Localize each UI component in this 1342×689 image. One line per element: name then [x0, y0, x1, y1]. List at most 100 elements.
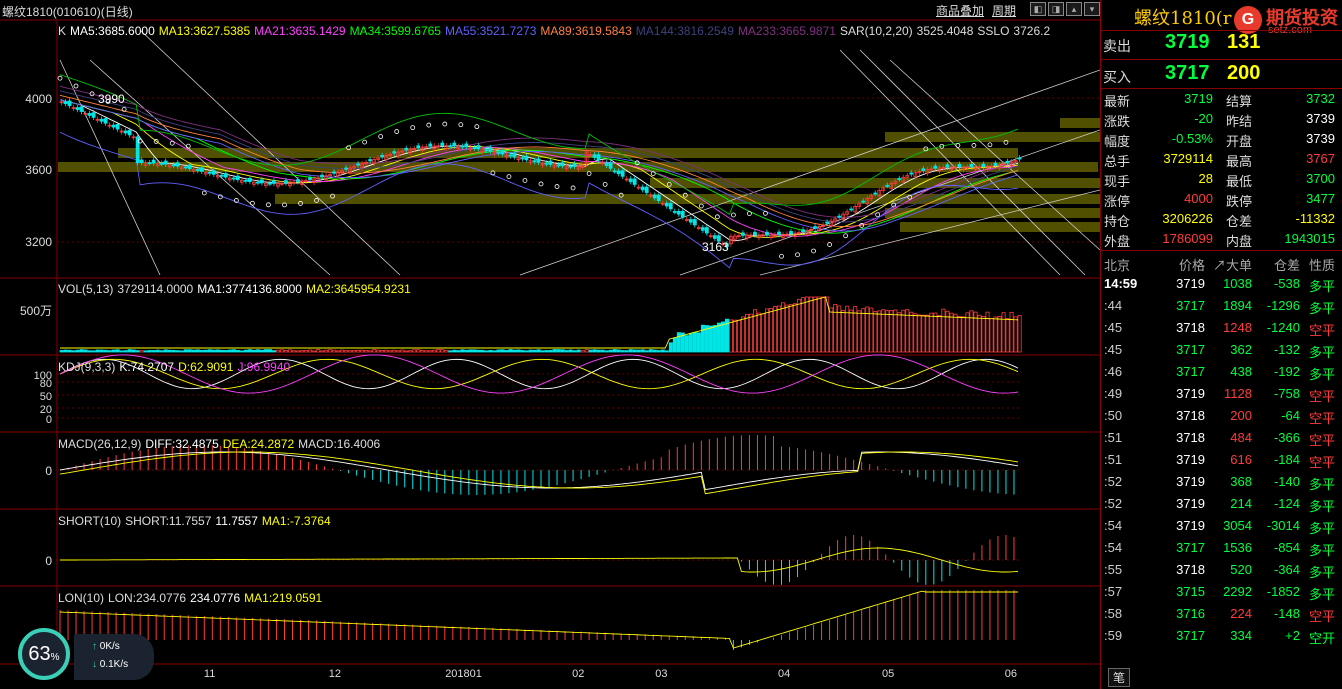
candle-body: [176, 163, 179, 166]
volume-bar: [685, 336, 688, 352]
bid-row[interactable]: 买入 3717 200: [1103, 67, 1131, 87]
volume-bar: [830, 308, 833, 352]
chart-canvas[interactable]: [0, 0, 1100, 689]
volume-bar: [922, 315, 925, 352]
trade-row[interactable]: :58 3716 224 -148 空平: [1100, 603, 1342, 625]
trade-row[interactable]: :50 3718 200 -64 空平: [1100, 405, 1342, 427]
period-link[interactable]: 周期: [992, 2, 1016, 19]
trade-row[interactable]: :51 3718 484 -366 空平: [1100, 427, 1342, 449]
vol-y-tick: 500万: [2, 302, 52, 319]
candle-body: [958, 164, 961, 167]
volume-bar: [309, 350, 312, 352]
arrow-right-icon[interactable]: ◨: [1048, 2, 1064, 16]
sar-dot: [539, 182, 543, 186]
ask-row[interactable]: 卖出 3719 131: [1103, 36, 1131, 56]
trade-row[interactable]: :54 3717 1536 -854 多平: [1100, 537, 1342, 559]
volume-bar: [713, 325, 716, 352]
ask-label: 卖出: [1103, 38, 1131, 54]
candle-body: [256, 182, 259, 183]
volume-bar: [361, 350, 364, 352]
trade-cell-d: -364: [1274, 562, 1300, 577]
kline-chart-area[interactable]: 螺纹1810(010610)(日线) 商品叠加 周期 ◧ ◨ ▴ ▾ K MA5:…: [0, 0, 1100, 689]
candle-body: [802, 230, 805, 232]
legend-item: MA89:3619.5843: [540, 24, 631, 38]
trade-row[interactable]: :49 3719 1128 -758 空平: [1100, 383, 1342, 405]
candle-body: [753, 232, 756, 235]
candle-body: [970, 164, 973, 167]
quote-label: 涨跌: [1104, 111, 1130, 130]
overlay-commodity-link[interactable]: 商品叠加: [936, 2, 984, 19]
y-tick-3600: 3600: [2, 163, 52, 177]
trade-cell-n: 多平: [1309, 342, 1335, 361]
volume-bar: [794, 304, 797, 352]
trade-row[interactable]: 14:59 3719 1038 -538 多平: [1100, 273, 1342, 295]
trade-cell-d: -132: [1274, 342, 1300, 357]
trades-header-cell: 性质: [1309, 255, 1335, 274]
volume-bar: [501, 350, 504, 352]
trade-row[interactable]: :52 3719 214 -124 多平: [1100, 493, 1342, 515]
volume-bar: [248, 350, 251, 352]
trade-row[interactable]: :52 3719 368 -140 多平: [1100, 471, 1342, 493]
volume-bar: [385, 350, 388, 352]
tab-ticks[interactable]: 笔: [1108, 668, 1130, 687]
volume-bar: [733, 320, 736, 352]
candle-body: [116, 124, 119, 129]
volume-bar: [176, 351, 179, 352]
volume-bar: [401, 350, 404, 352]
volume-bar: [204, 350, 207, 352]
candle-body: [393, 152, 396, 154]
arrow-up-icon[interactable]: ▴: [1066, 2, 1082, 16]
candle-body: [569, 166, 572, 167]
trade-cell-v: 224: [1230, 606, 1252, 621]
quote-label: 内盘: [1226, 231, 1252, 250]
quote-label: 仓差: [1226, 211, 1252, 230]
x-tick-label: 11: [204, 668, 215, 680]
volume-bar: [906, 310, 909, 352]
volume-bar: [260, 350, 263, 352]
quote-label: 外盘: [1104, 231, 1130, 250]
trade-row[interactable]: :54 3719 3054 -3014 多平: [1100, 515, 1342, 537]
trade-row[interactable]: :59 3717 334 +2 空开: [1100, 625, 1342, 647]
volume-bar: [128, 350, 131, 352]
legend-item: DEA:24.2872: [223, 437, 294, 451]
candle-body: [345, 168, 348, 169]
volume-bar: [224, 350, 227, 352]
legend-item: MA1:3774136.8000: [197, 282, 302, 296]
volume-bar: [140, 351, 143, 352]
volume-bar: [601, 350, 604, 352]
trade-cell-t: :50: [1104, 408, 1122, 423]
volume-bar: [425, 351, 428, 352]
trade-cell-v: 1894: [1223, 298, 1252, 313]
quote-value: 3739: [1306, 131, 1335, 146]
volume-bar: [834, 304, 837, 352]
trade-row[interactable]: :51 3719 616 -184 空平: [1100, 449, 1342, 471]
volume-bar: [673, 338, 676, 352]
trade-row[interactable]: :46 3717 438 -192 多平: [1100, 361, 1342, 383]
trade-row[interactable]: :45 3717 362 -132 多平: [1100, 339, 1342, 361]
candle-body: [673, 211, 676, 212]
candle-body: [124, 131, 127, 133]
trade-cell-p: 3719: [1176, 518, 1205, 533]
arrow-down-icon[interactable]: ▾: [1084, 2, 1100, 16]
candle-body: [613, 171, 616, 172]
candle-body: [922, 169, 925, 171]
volume-bar: [958, 316, 961, 352]
sar-dot: [812, 249, 816, 253]
candle-body: [220, 175, 223, 176]
chart-toolbar: 螺纹1810(010610)(日线) 商品叠加 周期 ◧ ◨ ▴ ▾: [0, 0, 1100, 20]
quote-label: 昨结: [1226, 111, 1252, 130]
panel-title: 螺纹1810(r: [1134, 4, 1231, 30]
trade-row[interactable]: :55 3718 520 -364 多平: [1100, 559, 1342, 581]
volume-bar: [513, 350, 516, 352]
arrow-left-icon[interactable]: ◧: [1030, 2, 1046, 16]
candle-body: [525, 156, 528, 160]
candle-body: [112, 125, 115, 127]
trade-cell-p: 3718: [1176, 430, 1205, 445]
trade-row[interactable]: :45 3718 1248 -1240 空平: [1100, 317, 1342, 339]
trade-cell-v: 520: [1230, 562, 1252, 577]
legend-item: K: [58, 24, 66, 38]
trade-row[interactable]: :57 3715 2292 -1852 多平: [1100, 581, 1342, 603]
candle-body: [533, 161, 536, 162]
quote-value: -20: [1194, 111, 1213, 126]
trade-row[interactable]: :44 3717 1894 -1296 多平: [1100, 295, 1342, 317]
